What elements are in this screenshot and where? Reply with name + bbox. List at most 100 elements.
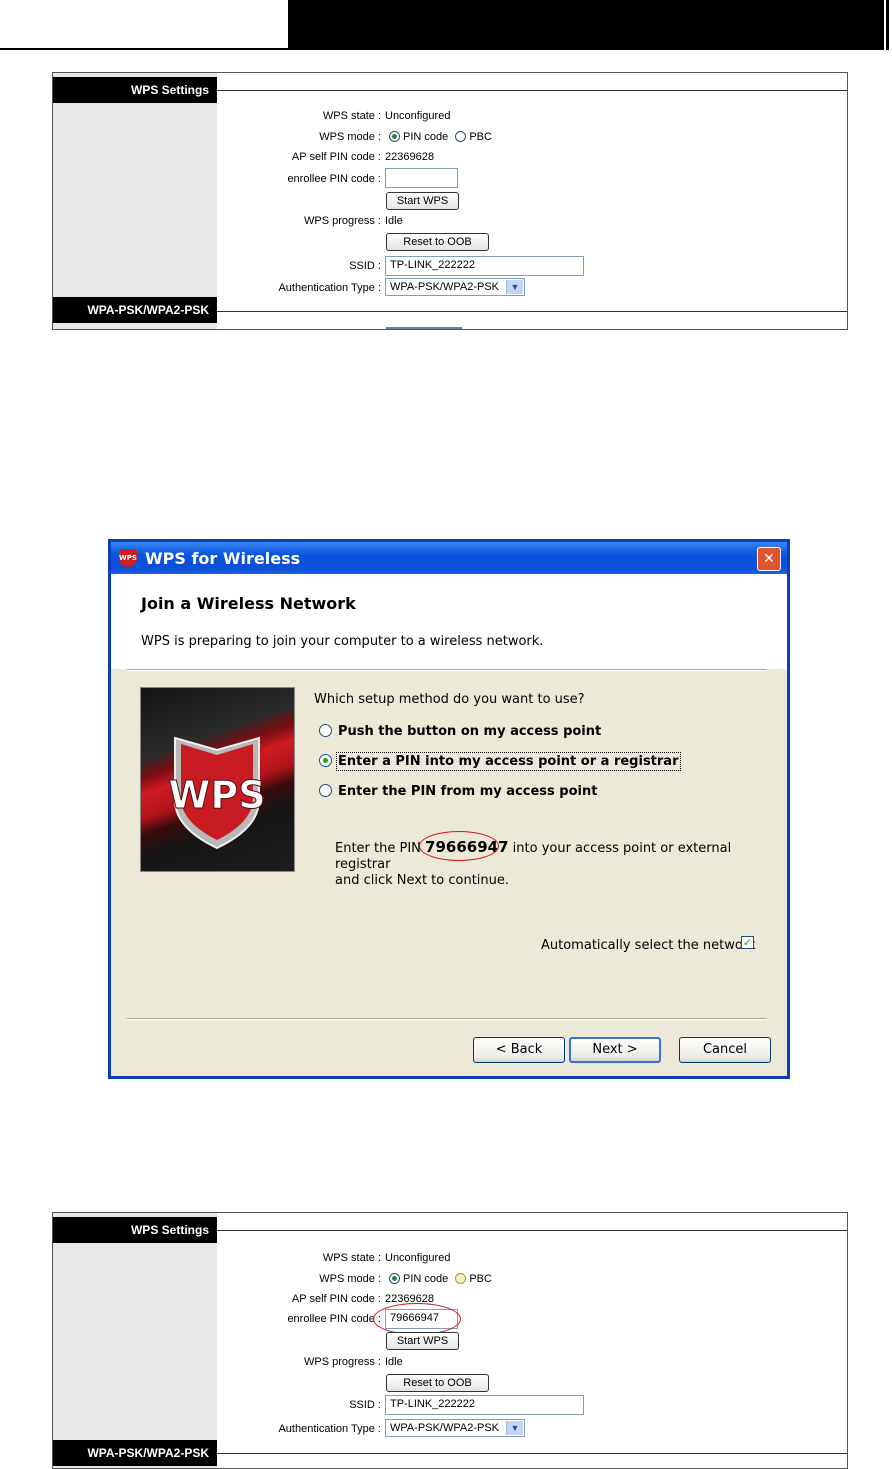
wps-mode-options: PIN code PBC <box>389 1273 492 1285</box>
close-icon[interactable]: ✕ <box>757 547 781 571</box>
auth-type-value: WPA-PSK/WPA2-PSK <box>390 1422 500 1434</box>
ssid-input[interactable]: TP-LINK_222222 <box>385 1395 584 1415</box>
enrollee-pin-label: enrollee PIN code : <box>287 173 381 185</box>
header-rule <box>217 90 847 91</box>
document-header-edge <box>886 0 889 50</box>
dialog-title: WPS for Wireless <box>145 549 301 568</box>
reset-oob-row: Reset to OOB <box>217 1374 847 1394</box>
header-separator <box>127 669 767 671</box>
wps-mode-label: WPS mode : <box>319 131 381 143</box>
cancel-button[interactable]: Cancel <box>679 1037 771 1063</box>
wps-shield-logo: WPS <box>140 687 295 872</box>
wps-state-row: WPS state : Unconfigured <box>217 107 847 127</box>
wps-mode-row: WPS mode : PIN code PBC <box>217 1270 847 1290</box>
setup-method-question: Which setup method do you want to use? <box>314 692 585 707</box>
pbc-radio[interactable] <box>455 1273 467 1284</box>
wps-state-label: WPS state : <box>322 110 381 122</box>
wps-mode-options: PIN code PBC <box>389 131 492 143</box>
pin-code-radio[interactable] <box>389 131 400 142</box>
wps-progress-row: WPS progress : Idle <box>217 1353 847 1373</box>
option-pin-from-ap[interactable]: Enter the PIN from my access point <box>319 784 597 799</box>
reset-oob-button[interactable]: Reset to OOB <box>386 1374 489 1392</box>
auto-select-label: Automatically select the network <box>541 938 756 953</box>
dialog-heading: Join a Wireless Network <box>141 594 356 613</box>
panel-sidebar <box>53 1213 217 1468</box>
dialog-titlebar[interactable]: WPS WPS for Wireless ✕ <box>111 542 787 574</box>
wps-state-label: WPS state : <box>322 1252 381 1264</box>
chevron-down-icon[interactable]: ▼ <box>506 1421 523 1435</box>
cut-off-button-edge <box>386 327 462 329</box>
auth-type-label: Authentication Type : <box>278 1423 381 1435</box>
svg-text:WPS: WPS <box>168 773 265 817</box>
wps-mode-label: WPS mode : <box>319 1273 381 1285</box>
pin-code-radio[interactable] <box>389 1273 400 1284</box>
ssid-label: SSID : <box>349 1399 381 1411</box>
start-wps-row: Start WPS <box>217 192 847 212</box>
pbc-radio[interactable] <box>455 131 467 142</box>
enrollee-pin-label: enrollee PIN code : <box>287 1313 381 1325</box>
push-button-radio[interactable] <box>319 724 332 737</box>
document-header-bar <box>288 0 884 50</box>
push-button-label: Push the button on my access point <box>338 724 602 739</box>
pbc-label: PBC <box>469 131 492 143</box>
sidebar-title: WPS Settings <box>53 1217 217 1243</box>
router-wps-panel-bottom: WPS Settings WPS state : Unconfigured WP… <box>52 1212 848 1469</box>
pin-from-ap-radio[interactable] <box>319 784 332 797</box>
start-wps-button[interactable]: Start WPS <box>386 1332 459 1350</box>
router-wps-panel-top: WPS Settings WPS state : Unconfigured WP… <box>52 72 848 330</box>
footer-rule <box>217 311 847 312</box>
pin-highlight-circle <box>419 831 499 861</box>
enter-pin-registrar-radio[interactable] <box>319 754 332 767</box>
enrollee-pin-input[interactable] <box>385 168 458 188</box>
ssid-row: SSID : TP-LINK_222222 <box>217 256 847 276</box>
ssid-input[interactable]: TP-LINK_222222 <box>385 256 584 276</box>
auth-type-select[interactable]: WPA-PSK/WPA2-PSK ▼ <box>385 278 525 296</box>
enrollee-pin-row: enrollee PIN code : <box>217 168 847 188</box>
enrollee-pin-row: enrollee PIN code : 79666947 <box>217 1309 847 1329</box>
wps-progress-label: WPS progress : <box>303 1356 381 1368</box>
ap-pin-label: AP self PIN code : <box>291 151 381 163</box>
back-button[interactable]: < Back <box>473 1037 565 1063</box>
auth-type-value: WPA-PSK/WPA2-PSK <box>390 281 500 293</box>
reset-oob-button[interactable]: Reset to OOB <box>386 233 489 251</box>
ap-pin-value: 22369628 <box>385 151 434 163</box>
wps-progress-value: Idle <box>385 1356 403 1368</box>
pin-instruction-line2: and click Next to continue. <box>335 873 510 888</box>
footer-rule <box>217 1453 847 1454</box>
enrollee-pin-highlight-circle <box>373 1303 461 1335</box>
dialog-subtitle: WPS is preparing to join your computer t… <box>141 634 544 649</box>
wps-progress-value: Idle <box>385 215 403 227</box>
pin-from-ap-label: Enter the PIN from my access point <box>338 784 598 799</box>
start-wps-button[interactable]: Start WPS <box>386 192 459 210</box>
sidebar-title: WPS Settings <box>53 77 217 103</box>
option-push-button[interactable]: Push the button on my access point <box>319 724 601 739</box>
pin-code-label: PIN code <box>403 1273 449 1285</box>
ap-pin-row: AP self PIN code : 22369628 <box>217 148 847 168</box>
pin-instruction: Enter the PIN 79666947 into your access … <box>335 839 787 889</box>
auth-type-select[interactable]: WPA-PSK/WPA2-PSK ▼ <box>385 1419 525 1437</box>
footer-separator <box>127 1018 767 1020</box>
start-wps-row: Start WPS <box>217 1332 847 1352</box>
next-button[interactable]: Next > <box>569 1037 661 1063</box>
wps-progress-row: WPS progress : Idle <box>217 212 847 232</box>
pin-code-label: PIN code <box>403 131 449 143</box>
ap-pin-label: AP self PIN code : <box>291 1293 381 1305</box>
sidebar-footer: WPA-PSK/WPA2-PSK <box>53 297 217 323</box>
ssid-label: SSID : <box>349 260 381 272</box>
wps-state-row: WPS state : Unconfigured <box>217 1249 847 1269</box>
auth-type-row: Authentication Type : WPA-PSK/WPA2-PSK ▼ <box>217 278 847 298</box>
wps-app-icon: WPS <box>119 549 137 567</box>
wps-progress-label: WPS progress : <box>303 215 381 227</box>
wps-mode-row: WPS mode : PIN code PBC <box>217 128 847 148</box>
panel-sidebar <box>53 73 217 329</box>
auto-select-checkbox[interactable]: ✓ <box>741 936 754 949</box>
auth-type-label: Authentication Type : <box>278 282 381 294</box>
enter-pin-registrar-label: Enter a PIN into my access point or a re… <box>336 752 681 771</box>
ap-pin-row: AP self PIN code : 22369628 <box>217 1290 847 1310</box>
pbc-label: PBC <box>469 1273 492 1285</box>
header-rule <box>217 1230 847 1231</box>
chevron-down-icon[interactable]: ▼ <box>506 280 523 294</box>
ssid-row: SSID : TP-LINK_222222 <box>217 1395 847 1415</box>
wps-state-value: Unconfigured <box>385 110 451 122</box>
option-enter-pin-registrar[interactable]: Enter a PIN into my access point or a re… <box>319 752 681 771</box>
